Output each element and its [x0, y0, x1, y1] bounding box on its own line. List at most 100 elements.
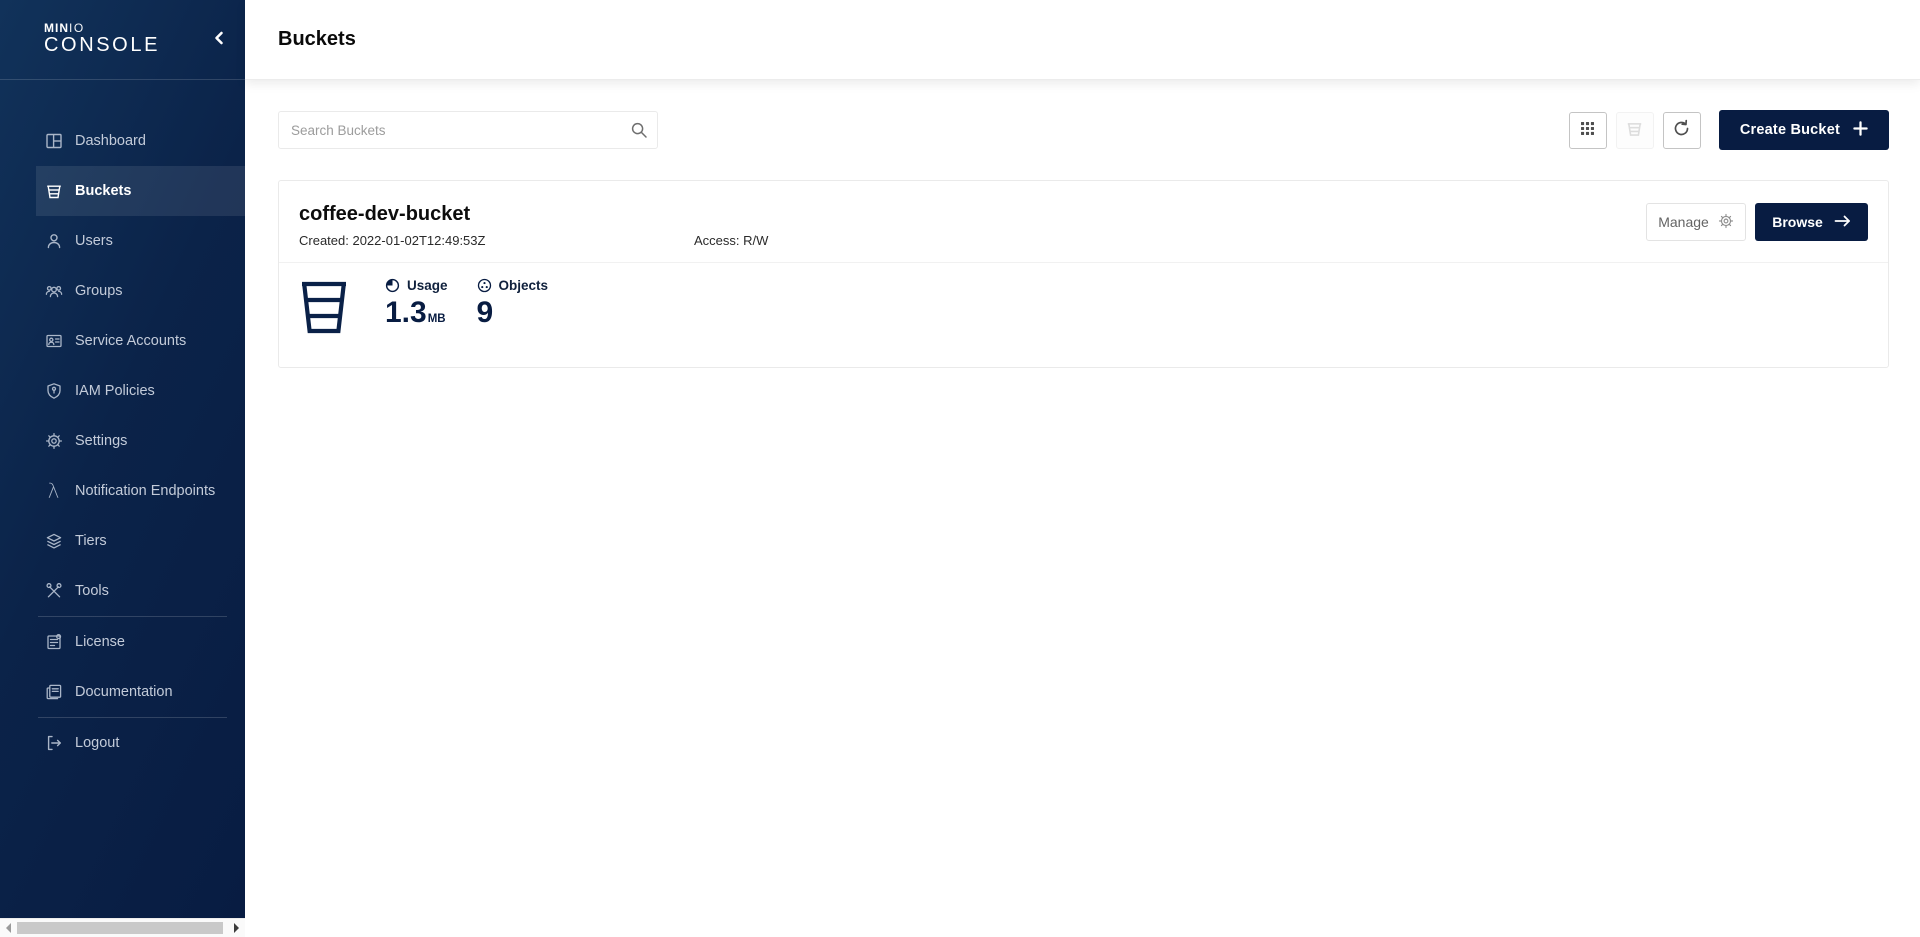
usage-value: 1.3MB — [385, 297, 448, 329]
browse-button[interactable]: Browse — [1755, 203, 1868, 241]
sidebar-item-label: Tools — [75, 583, 109, 599]
sidebar-item-logout[interactable]: Logout — [36, 718, 245, 768]
gear-icon — [1718, 213, 1734, 232]
sidebar-item-label: License — [75, 634, 125, 650]
usage-metric: Usage 1.3MB — [385, 278, 448, 329]
list-view-bucket-icon — [1625, 119, 1644, 141]
objects-icon — [477, 278, 492, 293]
scroll-left-arrow-icon[interactable] — [0, 919, 17, 937]
brand-bold: MIN — [44, 21, 69, 35]
tools-icon — [44, 582, 63, 601]
buckets-toolbar: Create Bucket — [278, 110, 1889, 150]
usage-number: 1.3 — [385, 296, 427, 329]
license-icon — [44, 633, 63, 652]
tiers-icon — [44, 532, 63, 551]
objects-label: Objects — [499, 278, 549, 293]
sidebar-item-label: Buckets — [75, 183, 131, 199]
objects-number: 9 — [477, 296, 494, 329]
refresh-icon — [1672, 119, 1691, 141]
browse-label: Browse — [1772, 214, 1823, 230]
main-area: Buckets — [245, 0, 1920, 937]
manage-button[interactable]: Manage — [1646, 203, 1746, 241]
sidebar-item-label: Groups — [75, 283, 123, 299]
create-bucket-button[interactable]: Create Bucket — [1719, 110, 1889, 150]
buckets-icon — [44, 182, 63, 201]
sidebar-item-groups[interactable]: Groups — [36, 266, 245, 316]
sidebar-item-users[interactable]: Users — [36, 216, 245, 266]
search-box — [278, 111, 658, 149]
sidebar-item-label: Service Accounts — [75, 333, 186, 349]
sidebar-item-label: Dashboard — [75, 133, 146, 149]
lambda-icon: λ — [44, 482, 63, 501]
bucket-head: coffee-dev-bucket Created: 2022-01-02T12… — [299, 202, 694, 248]
sidebar-item-tools[interactable]: Tools — [36, 566, 245, 616]
scrollbar-thumb[interactable] — [17, 922, 223, 934]
sidebar-item-label: Logout — [75, 735, 119, 751]
sidebar-item-buckets[interactable]: Buckets — [36, 166, 245, 216]
bucket-access: Access: R/W — [694, 233, 768, 248]
sidebar-item-label: Tiers — [75, 533, 107, 549]
buckets-content: Create Bucket coffee-dev-bucket Created:… — [245, 80, 1920, 368]
scrollbar-track[interactable] — [17, 919, 228, 937]
objects-value: 9 — [477, 297, 549, 329]
brand-subtitle: CONSOLE — [44, 34, 160, 57]
app-root: MINIO CONSOLE Dashboard Buckets — [0, 0, 1920, 937]
service-accounts-icon — [44, 332, 63, 351]
scroll-right-arrow-icon[interactable] — [228, 919, 245, 937]
logout-icon — [44, 734, 63, 753]
bucket-name[interactable]: coffee-dev-bucket — [299, 202, 694, 226]
sidebar-item-label: Users — [75, 233, 113, 249]
documentation-icon — [44, 683, 63, 702]
sidebar-item-license[interactable]: License — [36, 617, 245, 667]
sidebar-item-label: Settings — [75, 433, 127, 449]
sidebar-menu: Dashboard Buckets Users Groups — [0, 116, 245, 768]
sidebar-item-notification-endpoints[interactable]: λ Notification Endpoints — [36, 466, 245, 516]
chevron-left-icon — [213, 31, 225, 48]
usage-unit: MB — [428, 313, 446, 325]
create-bucket-label: Create Bucket — [1740, 122, 1840, 138]
sidebar-item-label: Documentation — [75, 684, 173, 700]
pie-chart-icon — [385, 278, 400, 293]
bucket-created: Created: 2022-01-02T12:49:53Z — [299, 233, 694, 248]
groups-icon — [44, 282, 63, 301]
dashboard-icon — [44, 132, 63, 151]
search-input[interactable] — [278, 111, 658, 149]
list-view-button[interactable] — [1616, 112, 1654, 149]
sidebar-item-label: IAM Policies — [75, 383, 155, 399]
sidebar-item-service-accounts[interactable]: Service Accounts — [36, 316, 245, 366]
sidebar-item-tiers[interactable]: Tiers — [36, 516, 245, 566]
brand-wordmark: MINIO — [44, 22, 160, 34]
iam-policies-icon — [44, 382, 63, 401]
bucket-icon — [299, 279, 349, 340]
page-title: Buckets — [278, 28, 356, 51]
page-header: Buckets — [245, 0, 1920, 80]
objects-metric: Objects 9 — [477, 278, 549, 329]
settings-icon — [44, 432, 63, 451]
objects-label-row: Objects — [477, 278, 549, 293]
bucket-card-header: coffee-dev-bucket Created: 2022-01-02T12… — [279, 181, 1888, 248]
bucket-card: coffee-dev-bucket Created: 2022-01-02T12… — [278, 180, 1889, 368]
bucket-card-body: Usage 1.3MB Objects 9 — [279, 263, 1888, 367]
logo-row: MINIO CONSOLE — [0, 0, 245, 80]
refresh-button[interactable] — [1663, 112, 1701, 149]
manage-label: Manage — [1658, 214, 1709, 230]
usage-label-row: Usage — [385, 278, 448, 293]
sidebar-item-dashboard[interactable]: Dashboard — [36, 116, 245, 166]
horizontal-scrollbar[interactable] — [0, 918, 245, 937]
users-icon — [44, 232, 63, 251]
plus-icon — [1853, 121, 1868, 140]
sidebar-item-documentation[interactable]: Documentation — [36, 667, 245, 717]
sidebar-collapse-button[interactable] — [209, 27, 229, 52]
sidebar-item-iam-policies[interactable]: IAM Policies — [36, 366, 245, 416]
minio-logo: MINIO CONSOLE — [44, 22, 160, 57]
bucket-card-actions: Manage Browse — [1646, 203, 1868, 241]
arrow-right-icon — [1834, 214, 1851, 231]
grid-view-button[interactable] — [1569, 112, 1607, 149]
sidebar-item-settings[interactable]: Settings — [36, 416, 245, 466]
usage-label: Usage — [407, 278, 448, 293]
sidebar-item-label: Notification Endpoints — [75, 483, 215, 499]
grid-view-icon — [1579, 120, 1596, 140]
brand-light: IO — [69, 21, 85, 35]
sidebar: MINIO CONSOLE Dashboard Buckets — [0, 0, 245, 937]
toolbar-actions: Create Bucket — [1569, 110, 1889, 150]
